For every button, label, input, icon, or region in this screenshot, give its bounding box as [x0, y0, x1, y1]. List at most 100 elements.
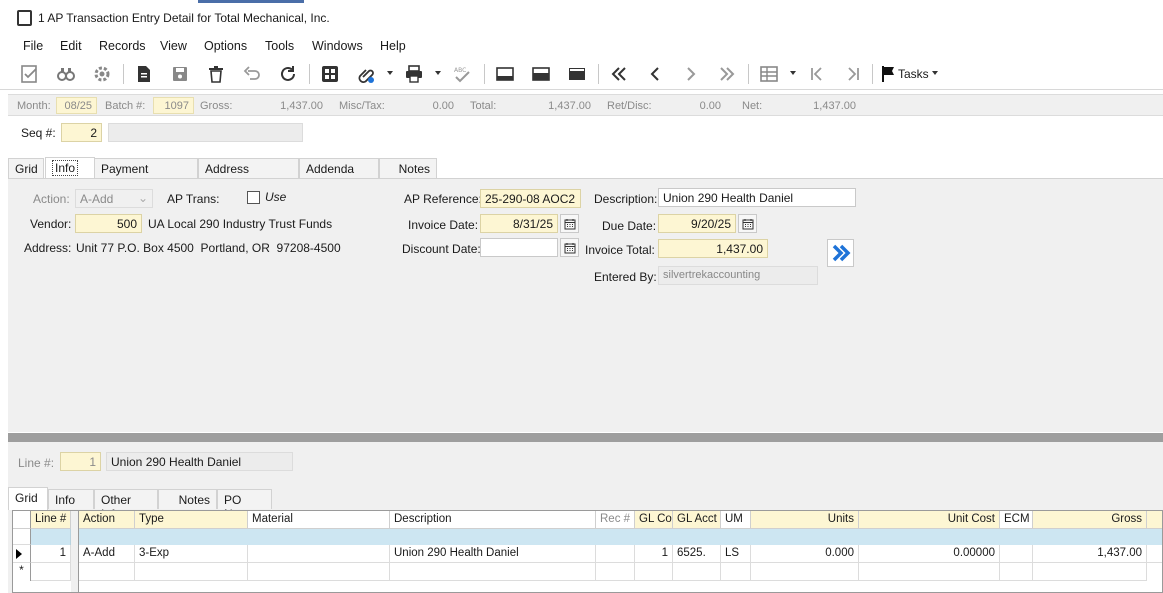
- cell-type[interactable]: 3-Exp: [135, 545, 248, 563]
- undo-icon[interactable]: [239, 63, 265, 85]
- calendar-icon[interactable]: [560, 238, 579, 257]
- tab-grid[interactable]: Grid: [8, 158, 44, 178]
- line-tab-other-info[interactable]: Other Info: [94, 489, 158, 521]
- menu-windows[interactable]: Windows: [312, 39, 363, 53]
- action-select[interactable]: A-Add ⌄: [75, 189, 153, 208]
- col-header-material[interactable]: Material: [248, 511, 390, 529]
- line-tab-notes[interactable]: Notes: [158, 489, 217, 509]
- menu-help[interactable]: Help: [380, 39, 406, 53]
- cell-action[interactable]: A-Add: [79, 545, 135, 563]
- line-tab-info[interactable]: Info: [48, 489, 94, 509]
- print-icon[interactable]: [401, 63, 427, 85]
- col-header-description[interactable]: Description: [390, 511, 596, 529]
- invoice-date-input[interactable]: 8/31/25: [480, 214, 558, 233]
- col-header-unit-cost[interactable]: Unit Cost: [859, 511, 1000, 529]
- new-cell-rec[interactable]: [596, 563, 635, 581]
- use-checkbox[interactable]: [247, 191, 260, 204]
- attach-icon[interactable]: [353, 63, 379, 85]
- last-icon[interactable]: [714, 63, 740, 85]
- cell-ecm[interactable]: [1000, 545, 1033, 563]
- save-icon[interactable]: [167, 63, 193, 85]
- seq-input[interactable]: 2: [61, 123, 102, 142]
- new-cell-glco[interactable]: [635, 563, 673, 581]
- next-icon[interactable]: [678, 63, 704, 85]
- filter-row[interactable]: [79, 529, 1162, 545]
- new-cell-glacct[interactable]: [673, 563, 721, 581]
- col-header-action[interactable]: Action: [79, 511, 135, 529]
- filter-cell[interactable]: [31, 529, 71, 545]
- col-header-line[interactable]: Line #: [31, 511, 71, 529]
- refresh-icon[interactable]: [275, 63, 301, 85]
- begin-icon[interactable]: [804, 63, 830, 85]
- tab-payment-overrides[interactable]: Payment Overrides: [94, 158, 198, 190]
- new-cell-action[interactable]: [79, 563, 135, 581]
- end-icon[interactable]: [840, 63, 866, 85]
- new-cell-unit-cost[interactable]: [859, 563, 1000, 581]
- line-tab-po-notes[interactable]: PO Notes: [217, 489, 272, 521]
- cell-material[interactable]: [248, 545, 390, 563]
- col-header-um[interactable]: UM: [721, 511, 751, 529]
- tab-addenda-info[interactable]: Addenda Info: [299, 158, 379, 190]
- menu-file[interactable]: File: [23, 39, 43, 53]
- col-header-glco[interactable]: GL Co: [635, 511, 673, 529]
- previous-icon[interactable]: [642, 63, 668, 85]
- due-date-input[interactable]: 9/20/25: [658, 214, 736, 233]
- delete-icon[interactable]: [203, 63, 229, 85]
- vendor-input[interactable]: 500: [75, 214, 142, 233]
- line-tab-grid[interactable]: Grid: [8, 487, 48, 510]
- menu-view[interactable]: View: [160, 39, 187, 53]
- related-icon[interactable]: [317, 63, 343, 85]
- discount-date-input[interactable]: [480, 238, 558, 257]
- calendar-icon[interactable]: [560, 214, 579, 233]
- tab-address-overrides[interactable]: Address Overrides: [198, 158, 299, 190]
- col-header-gross[interactable]: Gross: [1033, 511, 1147, 529]
- new-cell-gross[interactable]: [1033, 563, 1147, 581]
- ap-reference-input[interactable]: 25-290-08 AOC2: [480, 189, 581, 208]
- cell-description[interactable]: Union 290 Health Daniel: [390, 545, 596, 563]
- new-record-icon[interactable]: [131, 63, 157, 85]
- new-cell-um[interactable]: [721, 563, 751, 581]
- line-input[interactable]: 1: [60, 452, 101, 471]
- new-cell-units[interactable]: [751, 563, 859, 581]
- new-cell-type[interactable]: [135, 563, 248, 581]
- tab-notes[interactable]: Notes: [379, 158, 437, 178]
- validate-icon[interactable]: [17, 63, 43, 85]
- menu-edit[interactable]: Edit: [60, 39, 82, 53]
- new-cell-line[interactable]: [31, 563, 71, 581]
- spellcheck-icon[interactable]: ABC: [449, 63, 475, 85]
- grid-view-icon[interactable]: [756, 63, 782, 85]
- cell-line[interactable]: 1: [31, 545, 71, 563]
- row-selector[interactable]: [13, 545, 31, 563]
- cell-units[interactable]: 0.000: [751, 545, 859, 563]
- cell-glco[interactable]: 1: [635, 545, 673, 563]
- layout-1-icon[interactable]: [492, 63, 518, 85]
- col-header-ecm[interactable]: ECM: [1000, 511, 1033, 529]
- menu-records[interactable]: Records: [99, 39, 146, 53]
- col-header-type[interactable]: Type: [135, 511, 248, 529]
- cell-glacct[interactable]: 6525.: [673, 545, 721, 563]
- cell-um[interactable]: LS: [721, 545, 751, 563]
- col-header-rec[interactable]: Rec #: [596, 511, 635, 529]
- invoice-total-input[interactable]: 1,437.00: [658, 239, 768, 258]
- cell-gross[interactable]: 1,437.00: [1033, 545, 1147, 563]
- calendar-icon[interactable]: [738, 214, 757, 233]
- description-input[interactable]: Union 290 Health Daniel: [658, 188, 856, 207]
- panel-splitter[interactable]: [8, 433, 1163, 442]
- cell-rec[interactable]: [596, 545, 635, 563]
- forward-icon[interactable]: [827, 239, 854, 267]
- find-icon[interactable]: [53, 63, 79, 85]
- menu-options[interactable]: Options: [204, 39, 247, 53]
- first-icon[interactable]: [606, 63, 632, 85]
- cell-unit-cost[interactable]: 0.00000: [859, 545, 1000, 563]
- settings-icon[interactable]: [89, 63, 115, 85]
- tasks-menu[interactable]: Tasks: [898, 67, 929, 81]
- new-cell-material[interactable]: [248, 563, 390, 581]
- new-cell-description[interactable]: [390, 563, 596, 581]
- layout-2-icon[interactable]: [528, 63, 554, 85]
- col-header-units[interactable]: Units: [751, 511, 859, 529]
- new-cell-ecm[interactable]: [1000, 563, 1033, 581]
- menu-tools[interactable]: Tools: [265, 39, 294, 53]
- tab-info[interactable]: Info: [45, 157, 95, 179]
- layout-3-icon[interactable]: [564, 63, 590, 85]
- col-header-glacct[interactable]: GL Acct: [673, 511, 721, 529]
